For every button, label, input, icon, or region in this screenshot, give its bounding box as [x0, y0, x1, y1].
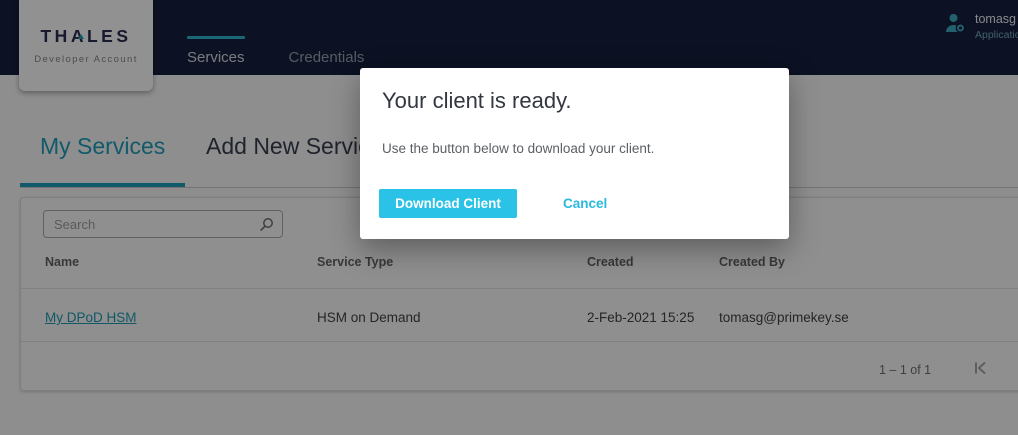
client-ready-dialog: Your client is ready. Use the button bel…	[360, 68, 789, 239]
dialog-title: Your client is ready.	[382, 88, 572, 114]
download-client-button[interactable]: Download Client	[379, 189, 517, 218]
dialog-message: Use the button below to download your cl…	[382, 141, 654, 156]
page: THALES Developer Account Services Creden…	[0, 0, 1018, 435]
cancel-button[interactable]: Cancel	[555, 189, 615, 218]
